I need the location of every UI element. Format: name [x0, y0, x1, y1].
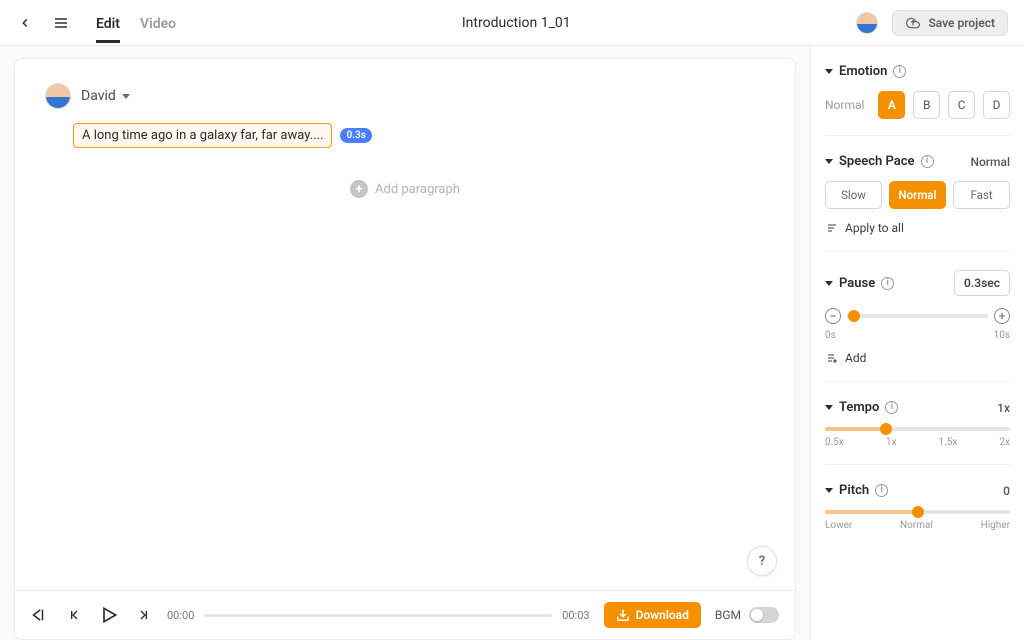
pause-min-label: 0s [825, 330, 836, 341]
tempo-label-1: 1x [886, 437, 897, 448]
add-list-icon [825, 352, 839, 364]
seek-track[interactable] [204, 614, 552, 617]
pause-increment[interactable]: + [994, 308, 1010, 324]
voice-avatar [45, 83, 71, 109]
pitch-label-lower: Lower [825, 520, 852, 531]
info-icon[interactable]: i [875, 484, 888, 497]
emotion-option-d[interactable]: D [983, 91, 1010, 119]
caret-down-icon [825, 69, 833, 74]
emotion-normal-label: Normal [825, 98, 864, 112]
pitch-value: 0 [1003, 484, 1010, 498]
tab-edit[interactable]: Edit [96, 4, 120, 42]
info-icon[interactable]: i [881, 277, 894, 290]
pause-max-label: 10s [994, 330, 1010, 341]
save-project-label: Save project [928, 16, 995, 30]
emotion-title: Emotion [839, 64, 887, 79]
bgm-label: BGM [715, 608, 741, 622]
help-button[interactable]: ? [747, 546, 777, 576]
project-title: Introduction 1_01 [176, 15, 856, 31]
add-paragraph-label: Add paragraph [375, 182, 460, 197]
pitch-label-higher: Higher [981, 520, 1010, 531]
time-current: 00:00 [167, 609, 194, 622]
tempo-label-3: 2x [999, 437, 1010, 448]
tempo-label-2: 1.5x [939, 437, 958, 448]
cloud-upload-icon [905, 16, 921, 30]
pause-add-button[interactable]: Add [825, 351, 1010, 365]
info-icon[interactable]: i [921, 155, 934, 168]
bgm-toggle[interactable] [749, 607, 779, 623]
apply-all-button[interactable]: Apply to all [825, 221, 1010, 235]
caret-down-icon [825, 488, 833, 493]
user-avatar[interactable] [856, 12, 878, 34]
pause-title: Pause [839, 276, 875, 291]
tab-video[interactable]: Video [140, 4, 176, 42]
back-button[interactable] [16, 14, 34, 32]
play-button[interactable] [99, 605, 119, 625]
next-button[interactable] [133, 605, 153, 625]
skip-start-button[interactable] [31, 605, 51, 625]
pause-value: 0.3sec [954, 270, 1010, 296]
voice-name-label: David [81, 88, 116, 104]
download-label: Download [636, 608, 689, 622]
tempo-label-0: 0.5x [825, 437, 844, 448]
caret-down-icon [825, 159, 833, 164]
pace-title: Speech Pace [839, 154, 915, 169]
add-paragraph-button[interactable]: + Add paragraph [45, 180, 765, 198]
apply-all-label: Apply to all [845, 221, 904, 235]
pitch-title: Pitch [839, 483, 869, 498]
apply-all-icon [825, 222, 839, 234]
info-icon[interactable]: i [893, 65, 906, 78]
tempo-value: 1x [997, 401, 1010, 415]
pause-add-label: Add [845, 351, 866, 365]
pace-slow[interactable]: Slow [825, 181, 882, 209]
prev-button[interactable] [65, 605, 85, 625]
chevron-down-icon [122, 94, 130, 99]
emotion-option-a[interactable]: A [878, 91, 905, 119]
menu-button[interactable] [50, 12, 72, 34]
pause-decrement[interactable]: − [825, 308, 841, 324]
plus-circle-icon: + [350, 180, 368, 198]
tempo-title: Tempo [839, 400, 879, 415]
pause-badge[interactable]: 0.3s [340, 128, 371, 143]
caret-down-icon [825, 405, 833, 410]
pause-slider[interactable] [847, 314, 988, 318]
text-segment[interactable]: A long time ago in a galaxy far, far awa… [73, 123, 332, 148]
tempo-slider[interactable] [825, 427, 1010, 431]
download-button[interactable]: Download [604, 602, 701, 628]
pitch-label-normal: Normal [900, 520, 933, 531]
pitch-slider[interactable] [825, 510, 1010, 514]
emotion-option-c[interactable]: C [948, 91, 975, 119]
pace-fast[interactable]: Fast [953, 181, 1010, 209]
time-total: 00:03 [562, 609, 589, 622]
emotion-option-b[interactable]: B [913, 91, 940, 119]
voice-selector[interactable]: David [81, 88, 130, 104]
pace-normal[interactable]: Normal [889, 181, 946, 209]
download-icon [616, 608, 630, 622]
caret-down-icon [825, 281, 833, 286]
save-project-button[interactable]: Save project [892, 10, 1008, 36]
info-icon[interactable]: i [885, 401, 898, 414]
pace-value: Normal [970, 155, 1010, 169]
